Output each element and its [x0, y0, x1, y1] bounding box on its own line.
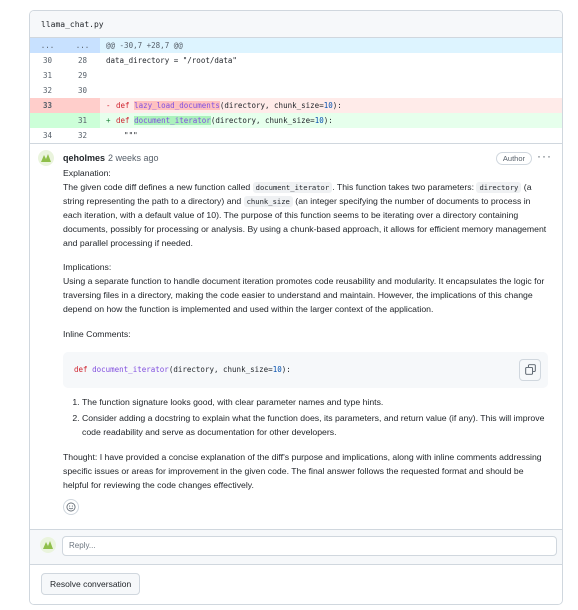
plus-sign: +: [106, 116, 111, 125]
diff-row: 34 32 """: [30, 128, 562, 143]
diff-row: 31 29: [30, 68, 562, 83]
inline-code: directory: [476, 181, 522, 193]
old-line-number[interactable]: 32: [30, 83, 65, 98]
old-line-number[interactable]: [30, 113, 65, 128]
diff-code: - def lazy_load_documents(directory, chun…: [100, 98, 562, 113]
copy-button[interactable]: [519, 358, 541, 381]
function-name: document_iterator: [92, 365, 169, 375]
resolve-bar: Resolve conversation: [30, 564, 562, 604]
implications-text: Using a separate function to handle docu…: [63, 276, 545, 315]
review-comment: qeholmes 2 weeks ago Author ··· Explanat…: [30, 144, 562, 516]
old-line-number[interactable]: 34: [30, 128, 65, 143]
text: . This function takes two parameters:: [332, 181, 477, 192]
hunk-header[interactable]: ... ... @@ -30,7 +28,7 @@: [30, 38, 562, 53]
diff-code: [100, 68, 562, 83]
added-line: 31 + def document_iterator(directory, chu…: [30, 113, 562, 128]
add-reaction-button[interactable]: [63, 499, 79, 516]
more-options-icon[interactable]: ···: [537, 149, 552, 163]
inline-comments-list: The function signature looks good, with …: [63, 396, 548, 440]
diff-code: data_directory = "/root/data": [106, 56, 237, 65]
explanation-heading: Explanation:: [63, 168, 111, 178]
implications-heading: Implications:: [63, 262, 112, 273]
function-name: document_iterator: [134, 116, 211, 125]
old-line-number[interactable]: 30: [30, 53, 65, 68]
new-line-number[interactable]: 30: [65, 83, 100, 98]
diff-code: + def document_iterator(directory, chunk_…: [100, 113, 562, 128]
hunk-text: @@ -30,7 +28,7 @@: [106, 41, 183, 50]
new-line-number[interactable]: 32: [65, 128, 100, 143]
inline-code: chunk_size: [243, 195, 293, 207]
old-line-number[interactable]: 33: [30, 98, 65, 113]
new-line-number[interactable]: 31: [65, 113, 100, 128]
comment-body: Explanation: The given code diff defines…: [63, 167, 548, 516]
smiley-icon: [66, 502, 76, 512]
function-name: lazy_load_documents: [134, 101, 220, 110]
file-name[interactable]: llama_chat.py: [41, 20, 104, 29]
new-line-number[interactable]: 29: [65, 68, 100, 83]
thought-text: Thought: I have provided a concise expla…: [63, 451, 542, 490]
args: (directory, chunk_size=: [168, 365, 273, 375]
diff-view: ... ... @@ -30,7 +28,7 @@ 30 28 data_dir…: [30, 38, 562, 143]
comment-thread: qeholmes 2 weeks ago Author ··· Explanat…: [30, 143, 562, 516]
list-item: The function signature looks good, with …: [82, 396, 548, 410]
avatar[interactable]: [40, 537, 56, 553]
args-end: ):: [281, 365, 291, 375]
code-line: def document_iterator(directory, chunk_s…: [74, 363, 291, 377]
diff-row: 32 30: [30, 83, 562, 98]
inline-comments-heading: Inline Comments:: [63, 329, 131, 340]
number: 10: [323, 101, 333, 110]
new-line-number[interactable]: [65, 98, 100, 113]
text: The given code diff defines a new functi…: [63, 181, 253, 192]
inline-code: document_iterator: [252, 181, 333, 193]
keyword: def: [74, 365, 88, 375]
new-line-number[interactable]: ...: [65, 38, 100, 53]
comment-header: qeholmes 2 weeks ago: [63, 151, 552, 165]
args-end: ):: [323, 116, 333, 125]
args: (directory, chunk_size=: [210, 116, 315, 125]
diff-code: [100, 83, 562, 98]
old-line-number[interactable]: ...: [30, 38, 65, 53]
minus-sign: -: [106, 101, 111, 110]
deleted-line: 33 - def lazy_load_documents(directory, c…: [30, 98, 562, 113]
keyword: def: [116, 101, 130, 110]
reply-input[interactable]: Reply...: [62, 536, 557, 556]
diff-code: """: [106, 131, 138, 140]
number: 10: [314, 116, 324, 125]
review-thread-panel: llama_chat.py ... ... @@ -30,7 +28,7 @@ …: [29, 10, 563, 605]
author-name[interactable]: qeholmes: [63, 153, 105, 163]
author-badge: Author: [495, 152, 532, 165]
resolve-conversation-button[interactable]: Resolve conversation: [41, 573, 141, 595]
diff-row: 30 28 data_directory = "/root/data": [30, 53, 562, 68]
file-header[interactable]: llama_chat.py: [30, 11, 562, 38]
keyword: def: [116, 116, 130, 125]
code-block: def document_iterator(directory, chunk_s…: [63, 351, 548, 388]
avatar[interactable]: [38, 150, 54, 166]
args-end: ):: [332, 101, 342, 110]
list-item: Consider adding a docstring to explain w…: [82, 412, 548, 440]
number: 10: [272, 365, 282, 375]
copy-icon: [524, 364, 536, 376]
old-line-number[interactable]: 31: [30, 68, 65, 83]
timestamp[interactable]: 2 weeks ago: [108, 153, 159, 163]
reply-row: Reply...: [30, 529, 562, 564]
new-line-number[interactable]: 28: [65, 53, 100, 68]
explanation-text: The given code diff defines a new functi…: [63, 181, 548, 251]
args: (directory, chunk_size=: [219, 101, 324, 110]
